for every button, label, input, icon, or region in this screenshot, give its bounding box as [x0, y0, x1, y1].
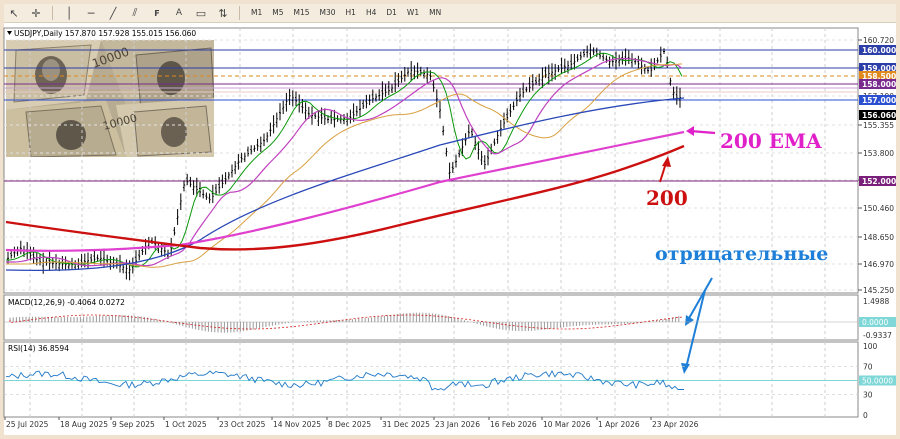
time-axis-label: 1 Apr 2026	[598, 420, 640, 429]
rsi-tick-label: 100	[863, 342, 878, 351]
price-level-label: 152.000	[862, 177, 896, 186]
negative-annotation: отрицательные	[655, 243, 828, 265]
time-axis-label: 23 Jan 2026	[435, 420, 480, 429]
time-axis-label: 1 Oct 2025	[165, 420, 207, 429]
price-level-label: 158.000	[862, 80, 896, 89]
time-axis-label: 14 Nov 2025	[273, 420, 321, 429]
rsi-arrow	[685, 289, 706, 369]
chart-area[interactable]: 160.720158.955157.190155.355153.800152.0…	[0, 0, 900, 439]
time-axis-label: 10 Mar 2026	[543, 420, 591, 429]
macd-tick-label: -0.9337	[863, 331, 892, 340]
price-tick-label: 148.650	[863, 233, 894, 242]
ma-mid-line	[6, 58, 683, 267]
time-axis-label: 8 Dec 2025	[328, 420, 371, 429]
macd-tick-label: 1.4988	[863, 297, 889, 306]
price-tick-label: 150.460	[863, 204, 894, 213]
ema-200-line	[5, 130, 685, 252]
rsi-panel	[3, 341, 859, 418]
rsi-tick-label: 0	[863, 411, 868, 420]
chart-title: USDJPY,Daily 157.870 157.928 155.015 156…	[14, 29, 196, 38]
time-axis-label: 23 Apr 2026	[652, 420, 699, 429]
rsi-tick-label: 30	[863, 390, 873, 399]
time-axis-label: 18 Aug 2025	[60, 420, 108, 429]
time-axis-label: 9 Sep 2025	[112, 420, 155, 429]
price-tick-label: 160.720	[863, 36, 894, 45]
sma-annotation: 200	[646, 186, 688, 210]
sma-200-line	[5, 144, 685, 251]
sma-arrow-head-icon	[662, 156, 671, 167]
ma-100-line	[5, 97, 685, 272]
price-level-label: 160.000	[862, 46, 896, 55]
price-tick-label: 153.800	[863, 149, 894, 158]
time-axis-label: 31 Dec 2025	[382, 420, 430, 429]
rsi-arrow-head-icon	[681, 363, 690, 374]
macd-tick-label: 0.0000	[862, 318, 888, 327]
price-level-label: 156.060	[862, 111, 896, 120]
time-axis-label: 16 Feb 2026	[490, 420, 537, 429]
ema-annotation: 200 EMA	[720, 129, 822, 153]
rsi-title: RSI(14) 36.8594	[8, 344, 69, 353]
ma-fast-line	[6, 52, 683, 268]
time-axis-label: 23 Oct 2025	[219, 420, 266, 429]
price-tick-label: 145.250	[863, 286, 894, 295]
rsi-tick-label: 50.0000	[862, 377, 893, 386]
price-tick-label: 146.970	[863, 260, 894, 269]
price-level-label: 157.000	[862, 96, 896, 105]
price-tick-label: 155.355	[863, 121, 894, 130]
ema-arrow-head-icon	[686, 126, 694, 136]
chart-title-marker-icon	[7, 31, 12, 35]
macd-title: MACD(12,26,9) -0.4064 0.0272	[8, 298, 125, 307]
rsi-tick-label: 70	[863, 363, 873, 372]
time-axis-label: 25 Jul 2025	[6, 420, 49, 429]
